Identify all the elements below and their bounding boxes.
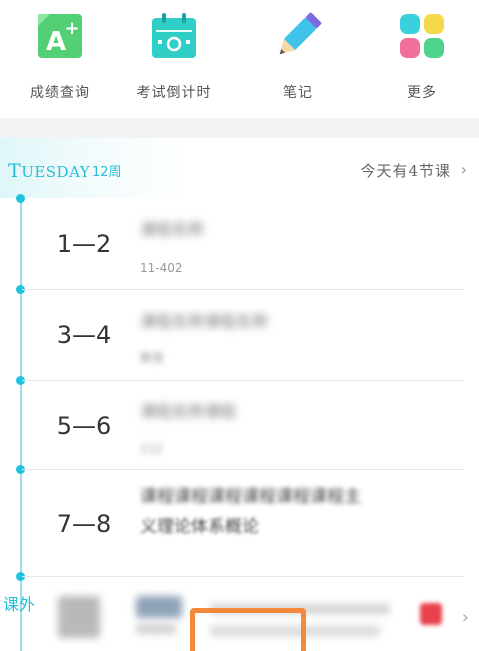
shortcut-label: 更多 (407, 85, 437, 101)
chevron-right-icon[interactable]: › (462, 607, 469, 628)
shortcut-label: 笔记 (283, 85, 313, 101)
red-badge (420, 603, 442, 625)
blurred-thumbnail (136, 596, 182, 618)
classroom: 教室 (140, 351, 165, 365)
today-course-count[interactable]: 今天有4节课 (360, 160, 451, 181)
period-label: 7—8 (56, 510, 112, 538)
row-divider (22, 380, 464, 381)
period-label: 1—2 (56, 230, 112, 258)
shortcut-grid: A + 成绩查询 考试倒计时 笔记 更多 (0, 0, 479, 118)
shortcut-grade-query[interactable]: A + 成绩查询 (0, 0, 120, 118)
blurred-thumbnail (58, 596, 100, 638)
shortcut-more[interactable]: 更多 (362, 0, 479, 118)
weekday-label: TUESDAY (8, 160, 91, 182)
course-name: 课程名称课程名称 (140, 312, 269, 331)
highlight-box (190, 608, 306, 651)
week-number: 12周 (92, 165, 122, 180)
shortcut-label: 成绩查询 (30, 85, 90, 101)
chevron-right-icon[interactable]: › (461, 160, 467, 179)
timeline-line (20, 198, 22, 651)
row-divider (22, 469, 464, 470)
shortcut-exam-countdown[interactable]: 考试倒计时 (114, 0, 234, 118)
classroom: 112 (140, 442, 163, 456)
classroom: 11-402 (140, 261, 183, 275)
pencil-icon (279, 12, 322, 55)
svg-text:+: + (64, 18, 79, 39)
more-grid-icon (400, 14, 444, 58)
grade-icon: A + (38, 14, 82, 58)
timeline-dot (16, 194, 25, 203)
period-label: 5—6 (56, 412, 112, 440)
shortcut-label: 考试倒计时 (136, 85, 212, 101)
course-name: 课程课程课程课程课程课程主 (140, 487, 361, 507)
row-divider (22, 289, 464, 290)
day-header: TUESDAY 12周 今天有4节课 › (0, 138, 479, 198)
extracurricular-label: 课外 (3, 595, 36, 614)
calendar-icon (152, 13, 196, 58)
svg-text:A: A (46, 27, 66, 57)
period-label: 3—4 (56, 321, 112, 349)
shortcut-notes[interactable]: 笔记 (238, 0, 358, 118)
course-name: 课程名称课程 (140, 402, 237, 421)
course-name-line2: 义理论体系概论 (140, 517, 259, 537)
course-name: 课程名称 (140, 220, 205, 239)
blurred-text (136, 624, 176, 634)
row-divider (22, 576, 464, 577)
section-divider (0, 118, 479, 138)
